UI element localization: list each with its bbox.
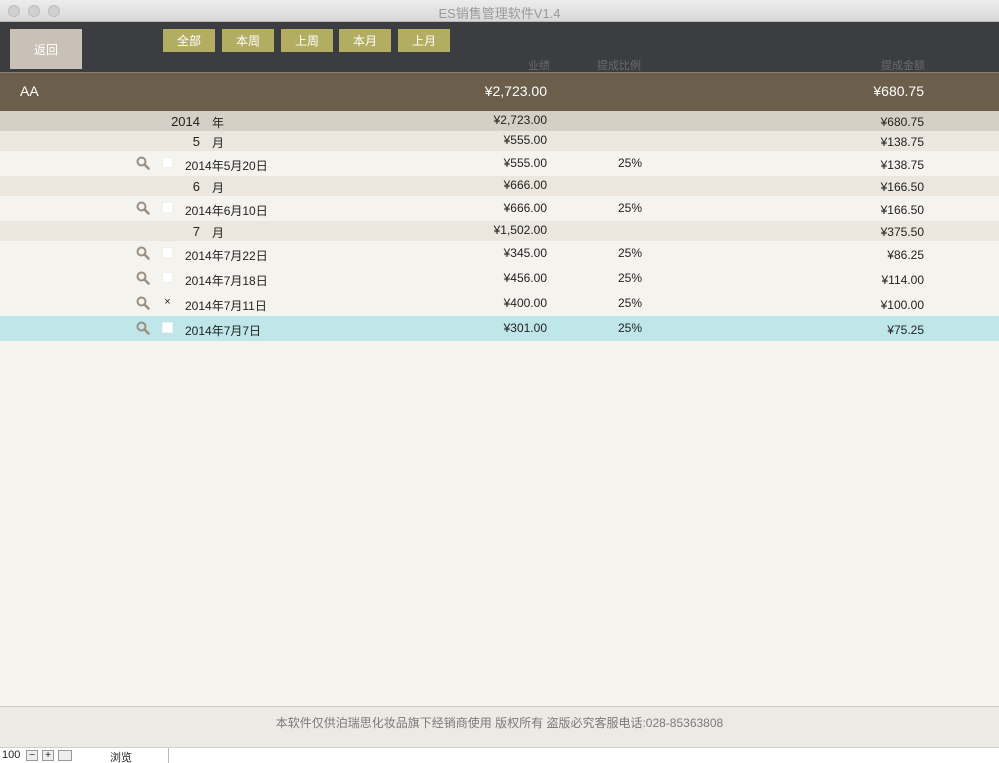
- row-checkbox[interactable]: [162, 272, 173, 283]
- title-bar: ES销售管理软件V1.4: [0, 0, 999, 22]
- commission-rate: 25%: [618, 296, 643, 310]
- commission-rate: 25%: [618, 246, 643, 260]
- copyright-text: 本软件仅供泊瑞思化妆品旗下经销商使用 版权所有 盗版必究客服电话:028-853…: [275, 716, 724, 730]
- zoom-out-button[interactable]: −: [26, 750, 38, 761]
- footer: 本软件仅供泊瑞思化妆品旗下经销商使用 版权所有 盗版必究客服电话:028-853…: [0, 706, 999, 747]
- commission-rate: 25%: [618, 271, 643, 285]
- sales-amount: ¥456.00: [503, 271, 547, 285]
- sale-date: 2014年5月20日: [185, 159, 268, 173]
- status-bar: 100 − + 浏览: [0, 747, 999, 763]
- sales-amount: ¥400.00: [503, 296, 547, 310]
- detail-row[interactable]: 2014年5月20日 25% ¥555.00 ¥138.75: [0, 151, 999, 176]
- month-unit: 月: [212, 181, 225, 195]
- toggle-toolbar-button[interactable]: [58, 750, 72, 761]
- column-header-sales: 业绩: [528, 60, 550, 72]
- commission-amount: ¥114.00: [881, 273, 925, 287]
- row-checkbox[interactable]: [162, 202, 173, 213]
- commission-amount: ¥680.75: [880, 115, 924, 129]
- search-icon[interactable]: [136, 321, 150, 335]
- zoom-in-button[interactable]: +: [42, 750, 54, 761]
- row-checkbox[interactable]: ×: [162, 297, 173, 308]
- search-icon[interactable]: [136, 246, 150, 260]
- row-checkbox[interactable]: [162, 247, 173, 258]
- year-row[interactable]: 2014 年 ¥2,723.00 ¥680.75: [0, 111, 999, 131]
- status-divider: [168, 748, 169, 763]
- search-icon[interactable]: [136, 156, 150, 170]
- month-row[interactable]: 6 月 ¥666.00 ¥166.50: [0, 176, 999, 196]
- search-icon[interactable]: [136, 271, 150, 285]
- sales-amount: ¥666.00: [503, 178, 547, 192]
- commission-amount: ¥166.50: [880, 203, 924, 217]
- month-label: 7: [192, 224, 200, 239]
- sales-amount: ¥555.00: [503, 133, 547, 147]
- detail-row[interactable]: 2014年7月7日 25% ¥301.00 ¥75.25: [0, 316, 999, 341]
- year-label: 2014: [171, 114, 200, 129]
- commission-rate: 25%: [618, 156, 643, 170]
- month-unit: 月: [212, 226, 225, 240]
- sale-date: 2014年7月22日: [185, 249, 268, 263]
- commission-amount: ¥166.50: [880, 180, 924, 194]
- column-header-rate: 提成比例: [597, 60, 641, 72]
- sale-date: 2014年7月18日: [185, 274, 268, 288]
- summary-sales: ¥2,723.00: [484, 83, 547, 99]
- detail-row[interactable]: 2014年6月10日 25% ¥666.00 ¥166.50: [0, 196, 999, 221]
- detail-row[interactable]: 2014年7月18日 25% ¥456.00 ¥114.00: [0, 266, 999, 291]
- sales-amount: ¥2,723.00: [493, 113, 547, 127]
- row-checkbox[interactable]: [162, 322, 173, 333]
- summary-commission: ¥680.75: [873, 83, 924, 99]
- commission-amount: ¥100.00: [880, 298, 924, 312]
- commission-rate: 25%: [618, 321, 643, 335]
- month-row[interactable]: 5 月 ¥555.00 ¥138.75: [0, 131, 999, 151]
- year-unit: 年: [212, 116, 225, 130]
- sale-date: 2014年7月7日: [185, 324, 262, 338]
- commission-amount: ¥375.50: [880, 225, 924, 239]
- detail-row[interactable]: × 2014年7月11日 25% ¥400.00 ¥100.00: [0, 291, 999, 316]
- commission-amount: ¥86.25: [887, 248, 924, 262]
- back-button[interactable]: 返回: [10, 29, 82, 69]
- row-checkbox[interactable]: [162, 157, 173, 168]
- month-unit: 月: [212, 136, 225, 150]
- sales-amount: ¥1,502.00: [493, 223, 547, 237]
- sales-amount: ¥301.00: [503, 321, 547, 335]
- month-label: 6: [192, 179, 200, 194]
- search-icon[interactable]: [136, 296, 150, 310]
- filter-all-button[interactable]: 全部: [163, 29, 215, 52]
- sales-amount: ¥555.00: [503, 156, 547, 170]
- filter-last-week-button[interactable]: 上周: [281, 29, 333, 52]
- window-title: ES销售管理软件V1.4: [438, 6, 561, 21]
- column-header-commission: 提成金额: [881, 60, 925, 72]
- commission-amount: ¥75.25: [887, 323, 924, 337]
- filter-last-month-button[interactable]: 上月: [398, 29, 450, 52]
- commission-amount: ¥138.75: [880, 135, 924, 149]
- mode-label: 浏览: [110, 752, 132, 763]
- sales-amount: ¥666.00: [503, 201, 547, 215]
- month-label: 5: [192, 134, 200, 149]
- filter-this-month-button[interactable]: 本月: [339, 29, 391, 52]
- toolbar: 返回 全部 本周 上周 本月 上月 业绩 提成比例 提成金额: [0, 22, 999, 72]
- zoom-level: 100: [2, 749, 21, 761]
- detail-row[interactable]: 2014年7月22日 25% ¥345.00 ¥86.25: [0, 241, 999, 266]
- sales-amount: ¥345.00: [503, 246, 547, 260]
- month-row[interactable]: 7 月 ¥1,502.00 ¥375.50: [0, 221, 999, 241]
- salesperson-name: AA: [20, 83, 39, 99]
- search-icon[interactable]: [136, 201, 150, 215]
- filter-this-week-button[interactable]: 本周: [222, 29, 274, 52]
- sale-date: 2014年6月10日: [185, 204, 268, 218]
- sale-date: 2014年7月11日: [185, 299, 267, 313]
- salesperson-summary-row[interactable]: AA ¥2,723.00 ¥680.75: [0, 72, 999, 111]
- commission-rate: 25%: [618, 201, 643, 215]
- commission-amount: ¥138.75: [880, 158, 924, 172]
